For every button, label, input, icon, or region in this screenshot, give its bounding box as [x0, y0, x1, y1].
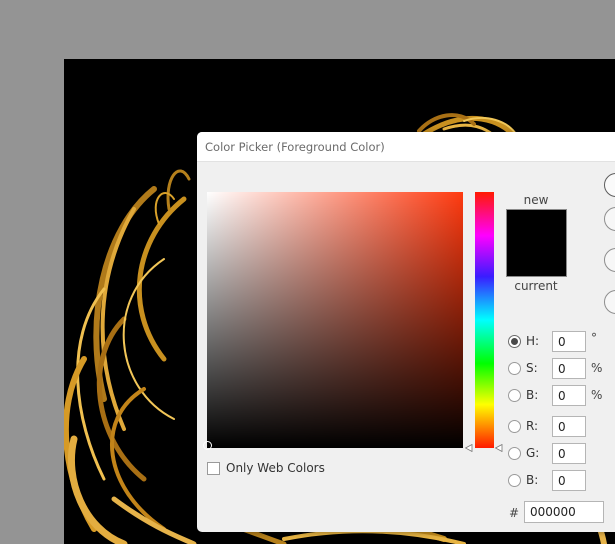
only-web-colors-checkbox[interactable]: [207, 462, 220, 475]
current-color-label: current: [514, 279, 558, 293]
hue-unit: °: [591, 331, 597, 345]
ok-button[interactable]: [604, 173, 615, 197]
saturation-label: S:: [526, 361, 538, 375]
brightness-input[interactable]: [552, 385, 586, 406]
saturation-radio[interactable]: [508, 362, 521, 375]
only-web-colors-label: Only Web Colors: [226, 461, 325, 475]
field-slider-arrow-icon[interactable]: [465, 444, 473, 452]
hue-slider[interactable]: [475, 192, 494, 448]
green-radio[interactable]: [508, 447, 521, 460]
saturation-input[interactable]: [552, 358, 586, 379]
red-input[interactable]: [552, 416, 586, 437]
hue-label: H:: [526, 334, 540, 348]
cancel-button[interactable]: [604, 207, 615, 231]
color-selection-marker[interactable]: [203, 441, 212, 450]
hue-input[interactable]: [552, 331, 586, 352]
red-radio[interactable]: [508, 420, 521, 433]
brightness-label: B:: [526, 388, 539, 402]
saturation-unit: %: [591, 361, 603, 375]
green-input[interactable]: [552, 443, 586, 464]
color-picker-dialog: Color Picker (Foreground Color) new curr…: [197, 132, 615, 532]
saturation-brightness-field[interactable]: [203, 192, 463, 450]
color-libraries-button[interactable]: [604, 290, 615, 314]
hex-input[interactable]: [524, 501, 604, 523]
hue-radio[interactable]: [508, 335, 521, 348]
brightness-unit: %: [591, 388, 603, 402]
color-preview-swatch[interactable]: [506, 209, 567, 277]
green-label: G:: [526, 446, 540, 460]
dialog-title: Color Picker (Foreground Color): [205, 140, 385, 154]
brightness-radio[interactable]: [508, 389, 521, 402]
add-to-swatches-button[interactable]: [604, 248, 615, 272]
blue-label: B:: [526, 473, 539, 487]
blue-radio[interactable]: [508, 474, 521, 487]
hue-slider-arrow-icon[interactable]: [495, 444, 503, 452]
red-label: R:: [526, 419, 539, 433]
blue-input[interactable]: [552, 470, 586, 491]
hex-prefix-label: #: [509, 506, 520, 520]
new-color-label: new: [523, 193, 549, 207]
dialog-titlebar[interactable]: Color Picker (Foreground Color): [197, 132, 615, 162]
